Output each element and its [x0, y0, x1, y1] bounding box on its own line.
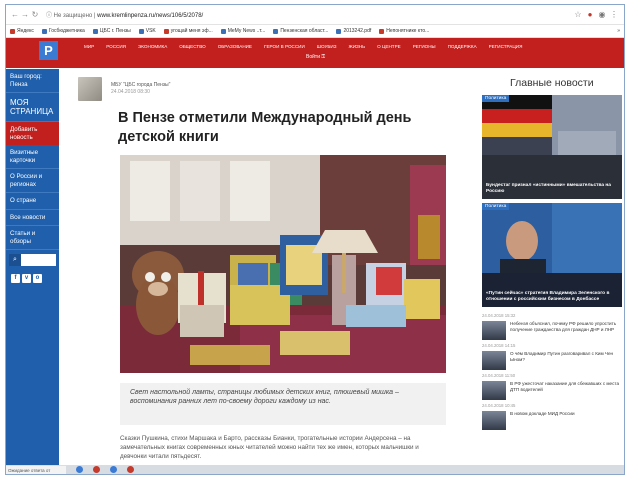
sidebar-item-articles[interactable]: Статьи и обзоры: [6, 226, 59, 250]
vk-icon[interactable]: v: [22, 274, 31, 283]
news-card[interactable]: Политика Бундестаг признал «истинными» в…: [482, 95, 622, 199]
sidebar-item-cards[interactable]: Визитные карточки: [6, 145, 59, 169]
bookmark-item[interactable]: 2013242.pdf: [336, 28, 371, 34]
top-nav: Мир Россия Экономика Общество Образовани…: [84, 43, 618, 50]
nav-item[interactable]: Жизнь: [348, 43, 365, 50]
mini-news-date: 24.04.2018 11:50: [482, 373, 516, 378]
nav-item[interactable]: Образование: [218, 43, 252, 50]
nav-item[interactable]: Герои в России: [264, 43, 305, 50]
menu-icon[interactable]: ⋮: [608, 10, 620, 19]
bookmark-item[interactable]: MeMy News ..т...: [220, 28, 265, 34]
nav-item[interactable]: Россия: [106, 43, 126, 50]
author-meta: МБУ "ЦБС города Пензы" 24.04.2018 08:30: [111, 82, 170, 96]
site-header: P Мир Россия Экономика Общество Образова…: [6, 38, 624, 68]
taskbar: [66, 465, 624, 474]
bookmarks-more[interactable]: »: [617, 28, 620, 34]
bookmark-item[interactable]: Пензенская област...: [273, 28, 328, 34]
mini-news-item[interactable]: В РФ ужесточат наказание для сбежавших с…: [482, 381, 622, 400]
article-body: Сказки Пушкина, стихи Маршака и Барто, р…: [120, 435, 419, 460]
sidebar-item-my-page[interactable]: МОЯ СТРАНИЦА: [6, 93, 59, 122]
nav-item[interactable]: О центре: [377, 43, 401, 50]
nav-item[interactable]: Шоубиз: [317, 43, 337, 50]
bookmark-item[interactable]: VSK: [138, 28, 156, 34]
back-icon[interactable]: ←: [10, 10, 20, 19]
taskbar-app-icon[interactable]: [76, 466, 83, 473]
social-links: f v o: [6, 270, 59, 287]
mini-news-item[interactable]: О чём Владимир Путин разговаривал с Ким …: [482, 351, 622, 370]
bookmark-item[interactable]: Непонятнике кто...: [379, 28, 429, 34]
news-card-category[interactable]: Политика: [482, 95, 510, 102]
mini-news-date: 24.04.2018 14:15: [482, 343, 516, 348]
address-bar-row: ← → ↻ ⓘ Не защищено | www.kremlinpenza.r…: [6, 5, 624, 25]
taskbar-app-icon[interactable]: [110, 466, 117, 473]
bookmarks-bar: Яндекс Госбюджетника ЦБС г. Пензы VSK уг…: [6, 25, 624, 38]
browser-window: ← → ↻ ⓘ Не защищено | www.kremlinpenza.r…: [5, 4, 625, 475]
bookmark-item[interactable]: ЦБС г. Пензы: [92, 28, 131, 34]
author-avatar[interactable]: [78, 77, 102, 101]
mini-news-date: 24.04.2018 10:45: [482, 403, 516, 408]
address-field[interactable]: ⓘ Не защищено | www.kremlinpenza.ru/news…: [46, 10, 572, 19]
profile-icon[interactable]: ◉: [596, 10, 608, 19]
facebook-icon[interactable]: f: [11, 274, 20, 283]
mini-news-thumb[interactable]: [482, 321, 506, 340]
news-card-category[interactable]: Политика: [482, 203, 510, 210]
bookmark-item[interactable]: Госбюджетника: [41, 28, 85, 34]
mini-news-item[interactable]: В новом докладе МИД России: [482, 411, 622, 430]
mini-news-text[interactable]: Небензя объяснил, почему РФ решило упрос…: [510, 321, 622, 340]
sidebar-item-city[interactable]: Ваш город: Пенза: [6, 69, 59, 93]
nav-item[interactable]: Экономика: [138, 43, 167, 50]
ok-icon[interactable]: o: [33, 274, 42, 283]
extension-icon[interactable]: ●: [584, 10, 596, 19]
sidebar-item-country[interactable]: О стране: [6, 193, 59, 210]
nav-item[interactable]: Поддержка: [448, 43, 477, 50]
article-date: 24.04.2018 08:30: [111, 89, 150, 95]
photo-illustration: [120, 155, 446, 373]
mini-news-date: 24.04.2018 15:32: [482, 313, 516, 318]
taskbar-app-icon[interactable]: [127, 466, 134, 473]
news-card[interactable]: Политика «Путин сейчас» стратегия Владим…: [482, 203, 622, 307]
reload-icon[interactable]: ↻: [30, 10, 40, 19]
status-bar: Ожидание ответа от kremlinpenza...: [6, 465, 66, 474]
main-news-title: Главные новости: [510, 77, 594, 89]
mini-news-thumb[interactable]: [482, 381, 506, 400]
article: МБУ "ЦБС города Пензы" 24.04.2018 08:30 …: [78, 77, 448, 460]
site-logo[interactable]: P: [39, 41, 58, 60]
taskbar-app-icon[interactable]: [93, 466, 100, 473]
nav-item[interactable]: Общество: [179, 43, 205, 50]
bookmark-item[interactable]: угощай меня эф...: [163, 28, 213, 34]
news-card-text[interactable]: «Путин сейчас» стратегия Владимира Зелен…: [486, 291, 618, 303]
photo-caption: Свет настольной лампы, страницы любимых …: [120, 383, 446, 425]
nav-item[interactable]: Регистрация: [489, 43, 523, 50]
forward-icon[interactable]: →: [20, 10, 30, 19]
author-name[interactable]: МБУ "ЦБС города Пензы": [111, 82, 170, 89]
article-headline: В Пензе отметили Международный день детс…: [118, 110, 412, 145]
sidebar: Ваш город: Пенза МОЯ СТРАНИЦА Добавить н…: [6, 69, 59, 474]
sidebar-item-russia-regions[interactable]: О России и регионах: [6, 169, 59, 193]
mini-news-text[interactable]: В новом докладе МИД России: [510, 411, 575, 430]
mini-news-thumb[interactable]: [482, 411, 506, 430]
mini-news-text[interactable]: О чём Владимир Путин разговаривал с Ким …: [510, 351, 622, 370]
mini-news-item[interactable]: Небензя объяснил, почему РФ решило упрос…: [482, 321, 622, 340]
star-icon[interactable]: ☆: [572, 10, 584, 19]
news-card-text[interactable]: Бундестаг признал «истинными» вмешательс…: [486, 183, 618, 195]
nav-item[interactable]: Регионы: [413, 43, 436, 50]
sidebar-item-all-news[interactable]: Все новости: [6, 210, 59, 226]
mini-news-text[interactable]: В РФ ужесточат наказание для сбежавших с…: [510, 381, 622, 400]
nav-item[interactable]: Мир: [84, 43, 94, 50]
login-link[interactable]: Войти ⚿: [306, 54, 325, 60]
bookmark-item[interactable]: Яндекс: [10, 28, 34, 34]
main-news-column: Главные новости Политика Бундестаг призн…: [482, 77, 622, 430]
article-photo: [120, 155, 446, 373]
mini-news-thumb[interactable]: [482, 351, 506, 370]
sidebar-item-add-news[interactable]: Добавить новость: [6, 122, 59, 145]
search-icon[interactable]: ⌕: [9, 254, 21, 266]
sidebar-search[interactable]: ⌕: [9, 254, 56, 266]
author-row: МБУ "ЦБС города Пензы" 24.04.2018 08:30: [78, 77, 448, 101]
